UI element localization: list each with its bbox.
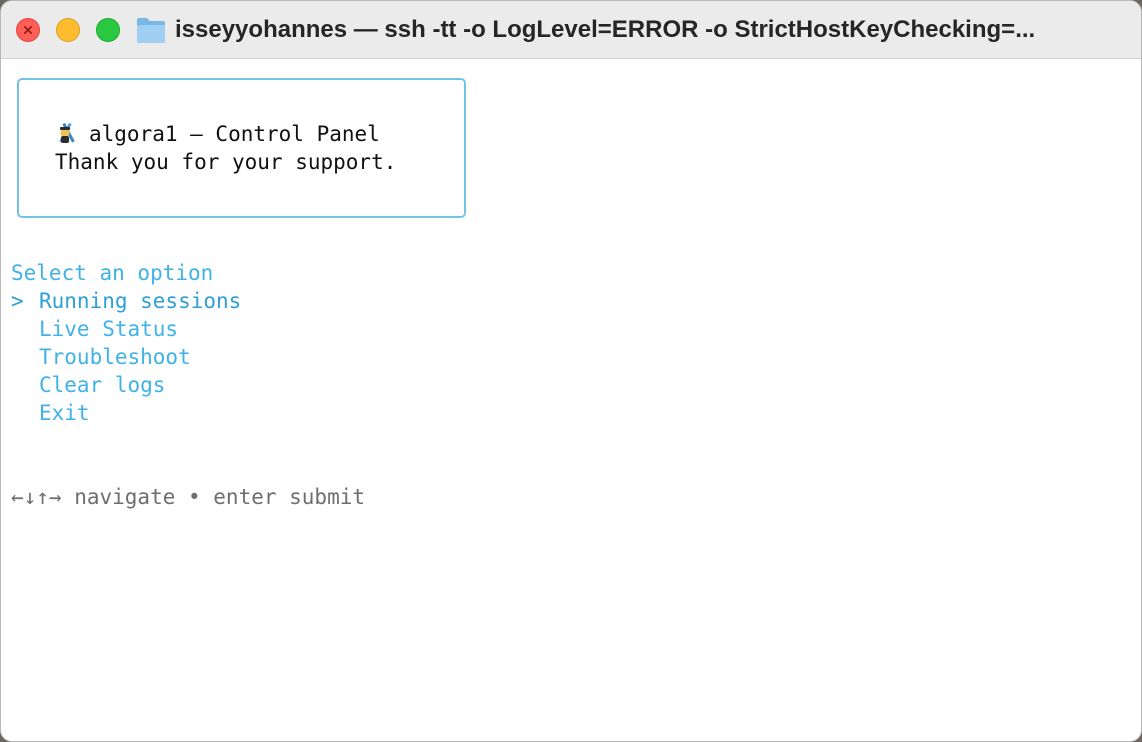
menu-item-label: Running sessions [39, 289, 242, 313]
menu-item-label: Live Status [39, 317, 179, 341]
folder-icon [137, 18, 165, 43]
menu-item-label: Troubleshoot [39, 345, 191, 369]
terminal-window: isseyyohannes — ssh -tt -o LogLevel=ERRO… [0, 0, 1142, 742]
window-title: isseyyohannes — ssh -tt -o LogLevel=ERRO… [175, 16, 1036, 43]
control-panel-box: algora1 — Control Panel Thank you for yo… [17, 78, 466, 218]
terminal-content[interactable]: algora1 — Control Panel Thank you for yo… [1, 59, 1141, 741]
mascot-icon [59, 123, 75, 143]
zoom-window-button[interactable] [96, 18, 120, 42]
menu-item-running-sessions[interactable]: > Running sessions [11, 287, 241, 315]
selection-cursor: > [11, 289, 24, 313]
menu-item-exit[interactable]: Exit [11, 399, 90, 427]
panel-heading: algora1 — Control Panel [89, 122, 380, 146]
menu-item-label: Clear logs [39, 373, 166, 397]
title-bar[interactable]: isseyyohannes — ssh -tt -o LogLevel=ERRO… [1, 1, 1141, 59]
menu-item-troubleshoot[interactable]: Troubleshoot [11, 343, 191, 371]
panel-subheading: Thank you for your support. [55, 150, 397, 174]
menu-item-label: Exit [39, 401, 90, 425]
close-window-button[interactable] [16, 18, 40, 42]
minimize-window-button[interactable] [56, 18, 80, 42]
keyboard-help-hint: ←↓↑→ navigate • enter submit [11, 485, 366, 509]
menu-item-live-status[interactable]: Live Status [11, 315, 178, 343]
menu-prompt: Select an option [11, 261, 214, 285]
panel-heading-line: algora1 — Control Panel [55, 120, 380, 148]
close-icon [23, 25, 33, 35]
menu-item-clear-logs[interactable]: Clear logs [11, 371, 165, 399]
